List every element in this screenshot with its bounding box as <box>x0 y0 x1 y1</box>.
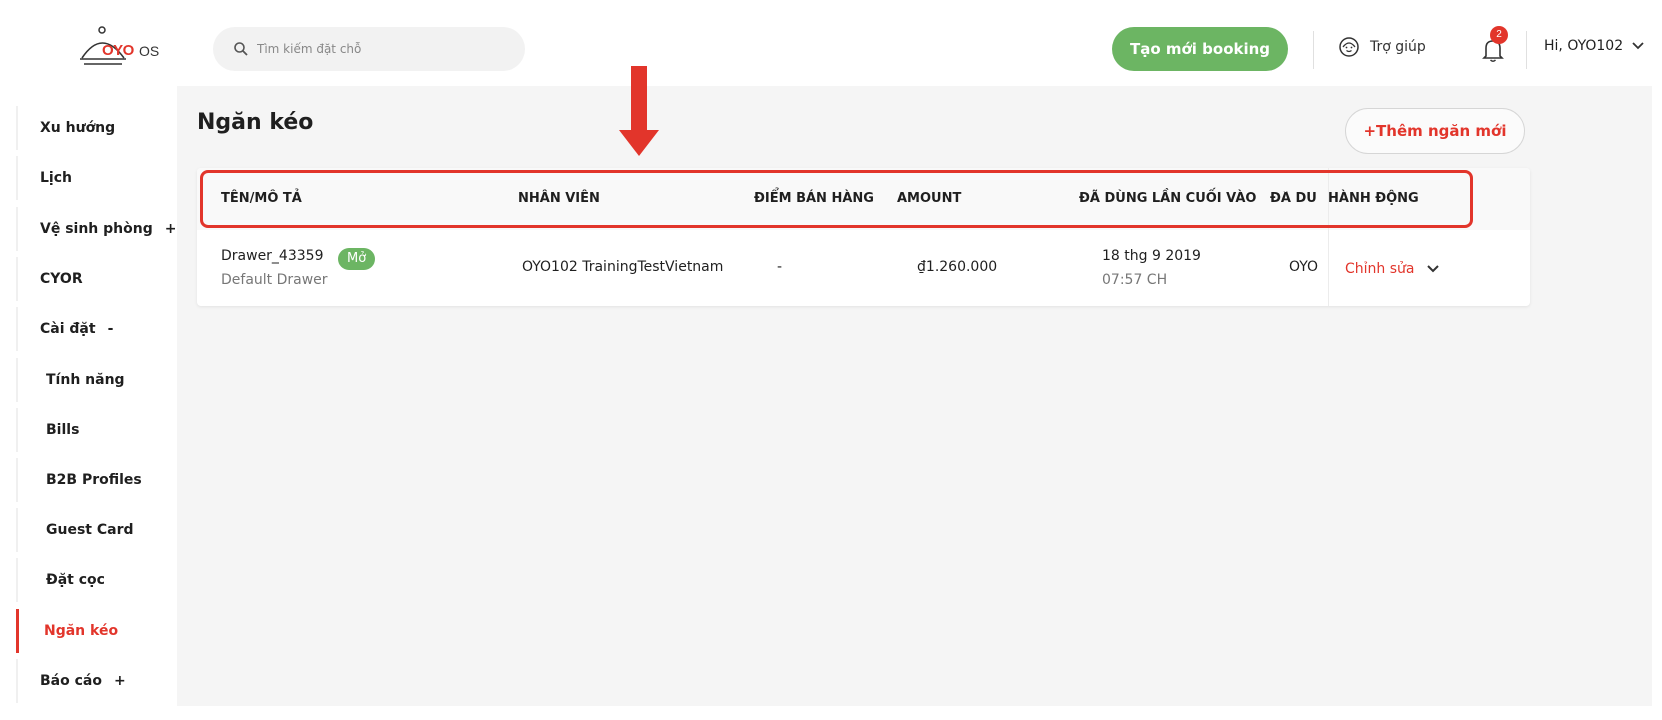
sidebar-item-label: Guest Card <box>46 522 134 538</box>
search-input[interactable] <box>257 42 497 56</box>
sidebar-item-deposit[interactable]: Đặt cọc <box>16 558 177 602</box>
notification-badge: 2 <box>1490 26 1508 44</box>
last-used-time: 07:57 CH <box>1102 272 1168 288</box>
status-badge: Mở <box>338 248 376 270</box>
header-highlight-box <box>200 170 1473 228</box>
sidebar-item-label: Đặt cọc <box>46 572 105 588</box>
oyo-os-logo[interactable]: OYO OS <box>80 26 180 72</box>
sidebar-item-calendar[interactable]: Lịch <box>16 156 177 200</box>
drawer-amount: ₫1.260.000 <box>917 259 998 275</box>
top-header: OYO OS Tạo mới booking Trợ giúp 2 Hi, OY… <box>0 0 1662 86</box>
expand-toggle[interactable]: + <box>165 221 177 237</box>
sidebar-item-b2b-profiles[interactable]: B2B Profiles <box>16 458 177 502</box>
sidebar-item-bills[interactable]: Bills <box>16 408 177 452</box>
user-greeting: Hi, OYO102 <box>1544 38 1624 54</box>
search-bar[interactable] <box>213 27 525 71</box>
help-link[interactable]: Trợ giúp <box>1338 36 1426 58</box>
expand-toggle[interactable]: + <box>114 673 126 689</box>
used-by: OYO <box>1289 259 1319 275</box>
search-icon <box>234 42 248 56</box>
create-booking-button[interactable]: Tạo mới booking <box>1112 27 1288 71</box>
sidebar-item-guest-card[interactable]: Guest Card <box>16 508 177 552</box>
help-label: Trợ giúp <box>1370 39 1426 55</box>
header-divider <box>1313 31 1314 69</box>
header-divider <box>1526 31 1527 69</box>
page-title: Ngăn kéo <box>197 110 314 135</box>
drawer-name: Drawer_43359 <box>221 248 324 264</box>
sidebar-item-cyor[interactable]: CYOR <box>16 257 177 301</box>
sidebar-item-settings[interactable]: Cài đặt - <box>16 307 177 351</box>
drawer-description: Default Drawer <box>221 272 328 288</box>
logo-suffix: OS <box>139 43 160 59</box>
drawer-staff: OYO102 TrainingTestVietnam <box>522 259 724 275</box>
chevron-down-icon <box>1632 42 1644 50</box>
main-content: Ngăn kéo +Thêm ngăn mới TÊN/MÔ TẢ NHÂN V… <box>177 66 1652 706</box>
sidebar-item-label: B2B Profiles <box>46 472 142 488</box>
edit-action[interactable]: Chỉnh sửa <box>1345 261 1440 277</box>
sidebar-item-label: Báo cáo <box>40 673 102 689</box>
sidebar: Xu hướng Lịch Vệ sinh phòng + CYOR Cài đ… <box>16 86 177 706</box>
last-used-date: 18 thg 9 2019 <box>1102 248 1201 264</box>
edit-label: Chỉnh sửa <box>1345 261 1415 277</box>
sidebar-item-label: Vệ sinh phòng <box>40 221 153 237</box>
sidebar-item-label: Cài đặt <box>40 321 96 337</box>
chevron-down-icon[interactable] <box>1426 264 1440 274</box>
arrow-down-icon <box>619 66 659 156</box>
sidebar-item-reports[interactable]: Báo cáo + <box>16 659 177 703</box>
user-menu[interactable]: Hi, OYO102 <box>1544 38 1645 54</box>
sidebar-item-trends[interactable]: Xu hướng <box>16 106 177 150</box>
sidebar-item-housekeeping[interactable]: Vệ sinh phòng + <box>16 207 177 251</box>
drawer-pos: - <box>777 259 783 275</box>
sidebar-item-label: Tính năng <box>46 372 125 388</box>
logo-text: OYO <box>102 42 134 59</box>
drawers-table: TÊN/MÔ TẢ NHÂN VIÊN ĐIỂM BÁN HÀNG AMOUNT… <box>197 168 1530 306</box>
sidebar-item-label: Ngăn kéo <box>44 623 119 639</box>
sidebar-item-label: Xu hướng <box>40 120 116 136</box>
collapse-toggle[interactable]: - <box>108 321 114 337</box>
sidebar-item-label: Bills <box>46 422 80 438</box>
sidebar-item-drawers[interactable]: Ngăn kéo <box>16 609 177 653</box>
sidebar-item-label: Lịch <box>40 170 72 186</box>
add-drawer-button[interactable]: +Thêm ngăn mới <box>1345 108 1525 154</box>
sidebar-item-features[interactable]: Tính năng <box>16 358 177 402</box>
support-agent-icon <box>1339 37 1359 57</box>
sidebar-item-label: CYOR <box>40 271 83 287</box>
